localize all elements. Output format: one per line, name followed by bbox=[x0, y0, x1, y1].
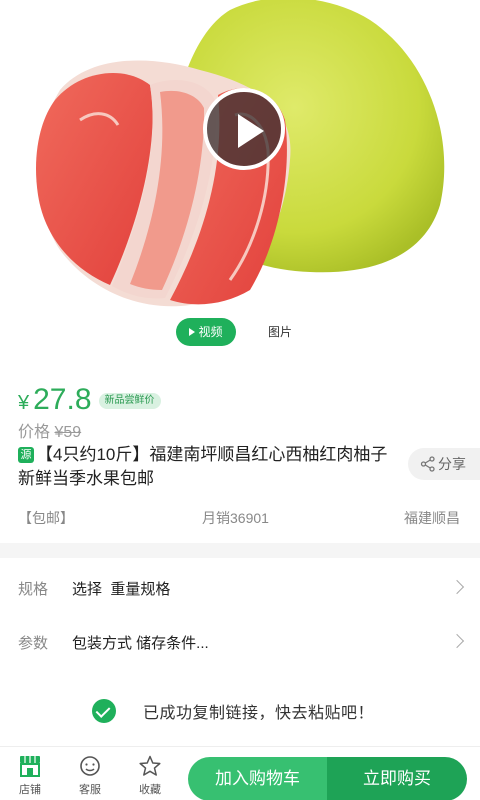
toast-message: 已成功复制链接，快去粘贴吧！ bbox=[143, 705, 375, 722]
media-tabs: 视频 图片 bbox=[0, 318, 480, 348]
spec-value: 选择 重量规格 bbox=[72, 581, 171, 598]
chevron-right-icon bbox=[449, 579, 465, 595]
meta-row: 【包邮】 月销36901 福建顺昌 bbox=[0, 508, 480, 528]
play-small-icon bbox=[189, 328, 196, 336]
star-icon bbox=[139, 755, 161, 776]
favorite-label: 收藏 bbox=[139, 784, 161, 796]
add-to-cart-button[interactable]: 加入购物车 bbox=[188, 757, 327, 800]
original-price-label: 价格 bbox=[18, 424, 51, 441]
param-value: 包装方式 储存条件... bbox=[72, 635, 209, 652]
tab-video-label: 视频 bbox=[198, 325, 223, 339]
store-icon bbox=[20, 756, 40, 777]
new-product-badge: 新品尝鲜价 bbox=[98, 393, 161, 409]
bottom-action-bar: 店铺 客服 收藏 加入购物车 立即购买 bbox=[0, 746, 480, 800]
section-divider bbox=[0, 543, 480, 558]
current-price: 27.8 bbox=[33, 383, 92, 416]
spec-row-parameters[interactable]: 参数 包装方式 储存条件... bbox=[0, 614, 480, 668]
monthly-sales: 月销36901 bbox=[202, 510, 269, 526]
service-label: 客服 bbox=[79, 784, 101, 796]
tab-video[interactable]: 视频 bbox=[176, 318, 236, 346]
store-button[interactable]: 店铺 bbox=[8, 755, 52, 797]
buy-now-button[interactable]: 立即购买 bbox=[327, 757, 467, 800]
favorite-button[interactable]: 收藏 bbox=[128, 755, 172, 797]
spec-label: 规格 bbox=[18, 581, 49, 598]
price-row: ¥ 27.8 新品尝鲜价 bbox=[18, 383, 161, 423]
play-icon bbox=[238, 114, 264, 148]
chevron-right-icon bbox=[449, 633, 465, 649]
product-title-text: 【4只约10斤】福建南坪顺昌红心西柚红肉柚子新鲜当季水果包邮 bbox=[18, 445, 388, 488]
currency-symbol: ¥ bbox=[18, 392, 30, 414]
origin-location: 福建顺昌 bbox=[404, 510, 460, 526]
shipping-tag: 【包邮】 bbox=[18, 510, 74, 526]
share-label: 分享 bbox=[438, 456, 466, 472]
copy-success-toast: 已成功复制链接，快去粘贴吧！ bbox=[92, 697, 374, 725]
pomelo-illustration bbox=[35, 0, 445, 307]
original-price: 价格 ¥59 bbox=[18, 418, 81, 442]
check-circle-icon bbox=[92, 699, 116, 723]
spec-row-specification[interactable]: 规格 选择 重量规格 bbox=[0, 560, 480, 614]
store-label: 店铺 bbox=[19, 784, 41, 796]
product-title: 源【4只约10斤】福建南坪顺昌红心西柚红肉柚子新鲜当季水果包邮 bbox=[18, 443, 398, 491]
customer-service-button[interactable]: 客服 bbox=[68, 755, 112, 797]
share-icon bbox=[420, 456, 435, 472]
source-badge: 源 bbox=[18, 447, 34, 463]
play-video-button[interactable] bbox=[203, 88, 285, 170]
tab-photo[interactable]: 图片 bbox=[263, 318, 297, 346]
share-button[interactable]: 分享 bbox=[408, 448, 480, 480]
param-label: 参数 bbox=[18, 635, 49, 652]
customer-service-icon bbox=[80, 756, 100, 776]
original-price-value: ¥59 bbox=[54, 424, 82, 441]
product-image-carousel[interactable] bbox=[0, 0, 480, 362]
